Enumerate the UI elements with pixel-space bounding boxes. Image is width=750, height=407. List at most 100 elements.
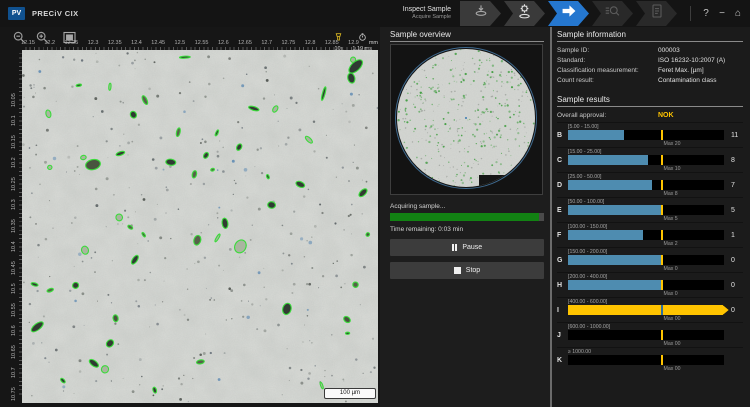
workflow-step-acquire[interactable] bbox=[548, 1, 589, 26]
class-letter: E bbox=[557, 207, 568, 214]
h-ruler-tick: 12.3 bbox=[83, 40, 103, 46]
info-value: ISO 16232-10:2007 (A) bbox=[658, 57, 725, 64]
class-count: 8 bbox=[724, 157, 743, 164]
application-window: PV PRECiV CIX Inspect Sample Acquire Sam… bbox=[0, 0, 750, 407]
info-label: Classification measurement: bbox=[557, 67, 658, 74]
result-row-j: [600.00 - 1000.00]JMax 00 bbox=[557, 322, 743, 347]
v-ruler-tick: 10.1 bbox=[10, 110, 18, 132]
class-bar: Max 00 bbox=[568, 305, 724, 315]
h-ruler-tick: 12.75 bbox=[278, 40, 298, 46]
stop-button-label: Stop bbox=[466, 267, 480, 274]
class-bar-fill bbox=[568, 180, 652, 190]
h-ruler-tick: 12.25 bbox=[61, 40, 81, 46]
v-ruler-tick: 10.6 bbox=[10, 320, 18, 342]
h-ruler-tick: 12.45 bbox=[148, 40, 168, 46]
workflow-step-subtitle: Acquire Sample bbox=[403, 14, 451, 21]
class-bar-fill bbox=[568, 280, 661, 290]
class-bar: Max 00 bbox=[568, 355, 724, 365]
home-button[interactable]: ⌂ bbox=[730, 1, 746, 26]
class-bar: Max 00 bbox=[568, 330, 724, 340]
class-letter: D bbox=[557, 182, 568, 189]
v-ruler-tick: 10.55 bbox=[10, 299, 18, 321]
stop-button[interactable]: Stop bbox=[390, 262, 544, 279]
result-row-h: [200.00 - 400.00]HMax 00 bbox=[557, 272, 743, 297]
workflow-step-report[interactable] bbox=[636, 1, 677, 26]
v-ruler-tick: 10.7 bbox=[10, 362, 18, 384]
overall-approval-value: NOK bbox=[658, 112, 674, 119]
result-row-d: [25.00 - 50.00]DMax 87 bbox=[557, 172, 743, 197]
workflow-step-analysis[interactable] bbox=[592, 1, 633, 26]
info-value: Feret Max. [µm] bbox=[658, 67, 704, 74]
scale-bar: 100 µm bbox=[324, 388, 376, 399]
result-row-i: [400.00 - 600.00]IMax 000 bbox=[557, 297, 743, 322]
limit-marker bbox=[661, 205, 663, 215]
overall-approval-row: Overall approval: NOK bbox=[557, 110, 743, 120]
info-label: Standard: bbox=[557, 57, 658, 64]
workflow-step-stage[interactable] bbox=[460, 1, 501, 26]
app-title: PRECiV CIX bbox=[32, 9, 79, 18]
minimize-button[interactable]: − bbox=[714, 1, 730, 26]
class-bar: Max 8 bbox=[568, 180, 724, 190]
info-row: Sample ID:000003 bbox=[557, 45, 743, 55]
class-bar-fill bbox=[568, 255, 661, 265]
class-letter: I bbox=[557, 307, 568, 314]
class-range-label: [100.00 - 150.00] bbox=[568, 223, 743, 230]
specimen-image[interactable]: 100 µm bbox=[22, 50, 378, 403]
class-bar: Max 10 bbox=[568, 155, 724, 165]
v-ruler-tick: 10.15 bbox=[10, 131, 18, 153]
h-ruler-tick: 12.15 bbox=[18, 40, 38, 46]
title-bar: PV PRECiV CIX Inspect Sample Acquire Sam… bbox=[0, 0, 750, 27]
class-bar-fill bbox=[568, 155, 648, 165]
info-value: Contamination class bbox=[658, 77, 717, 84]
limit-marker bbox=[661, 280, 663, 290]
class-range-label: [25.00 - 50.00] bbox=[568, 173, 743, 180]
limit-marker bbox=[661, 305, 663, 315]
help-button[interactable]: ? bbox=[698, 1, 714, 26]
h-ruler-tick: 12.85 bbox=[322, 40, 342, 46]
workflow-step-acquire-settings[interactable] bbox=[504, 1, 545, 26]
v-ruler-tick: 10.2 bbox=[10, 152, 18, 174]
info-row: Count result:Contamination class bbox=[557, 75, 743, 85]
info-row: Classification measurement:Feret Max. [µ… bbox=[557, 65, 743, 75]
class-letter: G bbox=[557, 257, 568, 264]
sample-overview-title: Sample overview bbox=[390, 29, 544, 42]
class-bar-fill bbox=[568, 230, 643, 240]
class-bar: Max 0 bbox=[568, 280, 724, 290]
class-bar: Max 20 bbox=[568, 130, 724, 140]
class-bar: Max 5 bbox=[568, 205, 724, 215]
workflow-step-text: Inspect Sample Acquire Sample bbox=[403, 6, 451, 21]
v-ruler-tick: 10.65 bbox=[10, 341, 18, 363]
acquisition-status-text: Acquiring sample... bbox=[390, 203, 544, 210]
class-bar-fill bbox=[568, 205, 661, 215]
limit-marker bbox=[661, 130, 663, 140]
limit-marker bbox=[661, 155, 663, 165]
limit-marker bbox=[661, 255, 663, 265]
class-count: 1 bbox=[724, 232, 743, 239]
v-ruler-tick: 10.35 bbox=[10, 215, 18, 237]
panel-scrollbar[interactable] bbox=[550, 27, 552, 407]
result-row-g: [150.00 - 200.00]GMax 00 bbox=[557, 247, 743, 272]
info-row: Standard:ISO 16232-10:2007 (A) bbox=[557, 55, 743, 65]
progress-fill bbox=[390, 213, 539, 221]
v-ruler-tick: 10.25 bbox=[10, 173, 18, 195]
h-ruler-tick: 12.7 bbox=[257, 40, 277, 46]
h-ruler-tick: 12.6 bbox=[213, 40, 233, 46]
v-ruler-tick: 10.3 bbox=[10, 194, 18, 216]
class-range-label: [400.00 - 600.00] bbox=[568, 298, 743, 305]
result-row-f: [100.00 - 150.00]FMax 21 bbox=[557, 222, 743, 247]
time-remaining-text: Time remaining: 0:03 min bbox=[390, 226, 544, 233]
pause-button[interactable]: Pause bbox=[390, 239, 544, 256]
info-label: Sample ID: bbox=[557, 47, 658, 54]
class-bar-fill bbox=[568, 305, 729, 315]
vertical-ruler: 10.0510.110.1510.210.2510.310.3510.410.4… bbox=[10, 50, 22, 403]
sample-information-title: Sample information bbox=[557, 29, 743, 42]
v-ruler-tick: 10.75 bbox=[10, 383, 18, 405]
class-count: 7 bbox=[724, 182, 743, 189]
class-bar-fill bbox=[568, 130, 624, 140]
class-letter: H bbox=[557, 282, 568, 289]
limit-marker bbox=[661, 330, 663, 340]
h-ruler-tick: 12.5 bbox=[170, 40, 190, 46]
acquire-arrow-icon bbox=[560, 2, 578, 25]
class-range-label: [50.00 - 100.00] bbox=[568, 198, 743, 205]
class-bar: Max 0 bbox=[568, 255, 724, 265]
